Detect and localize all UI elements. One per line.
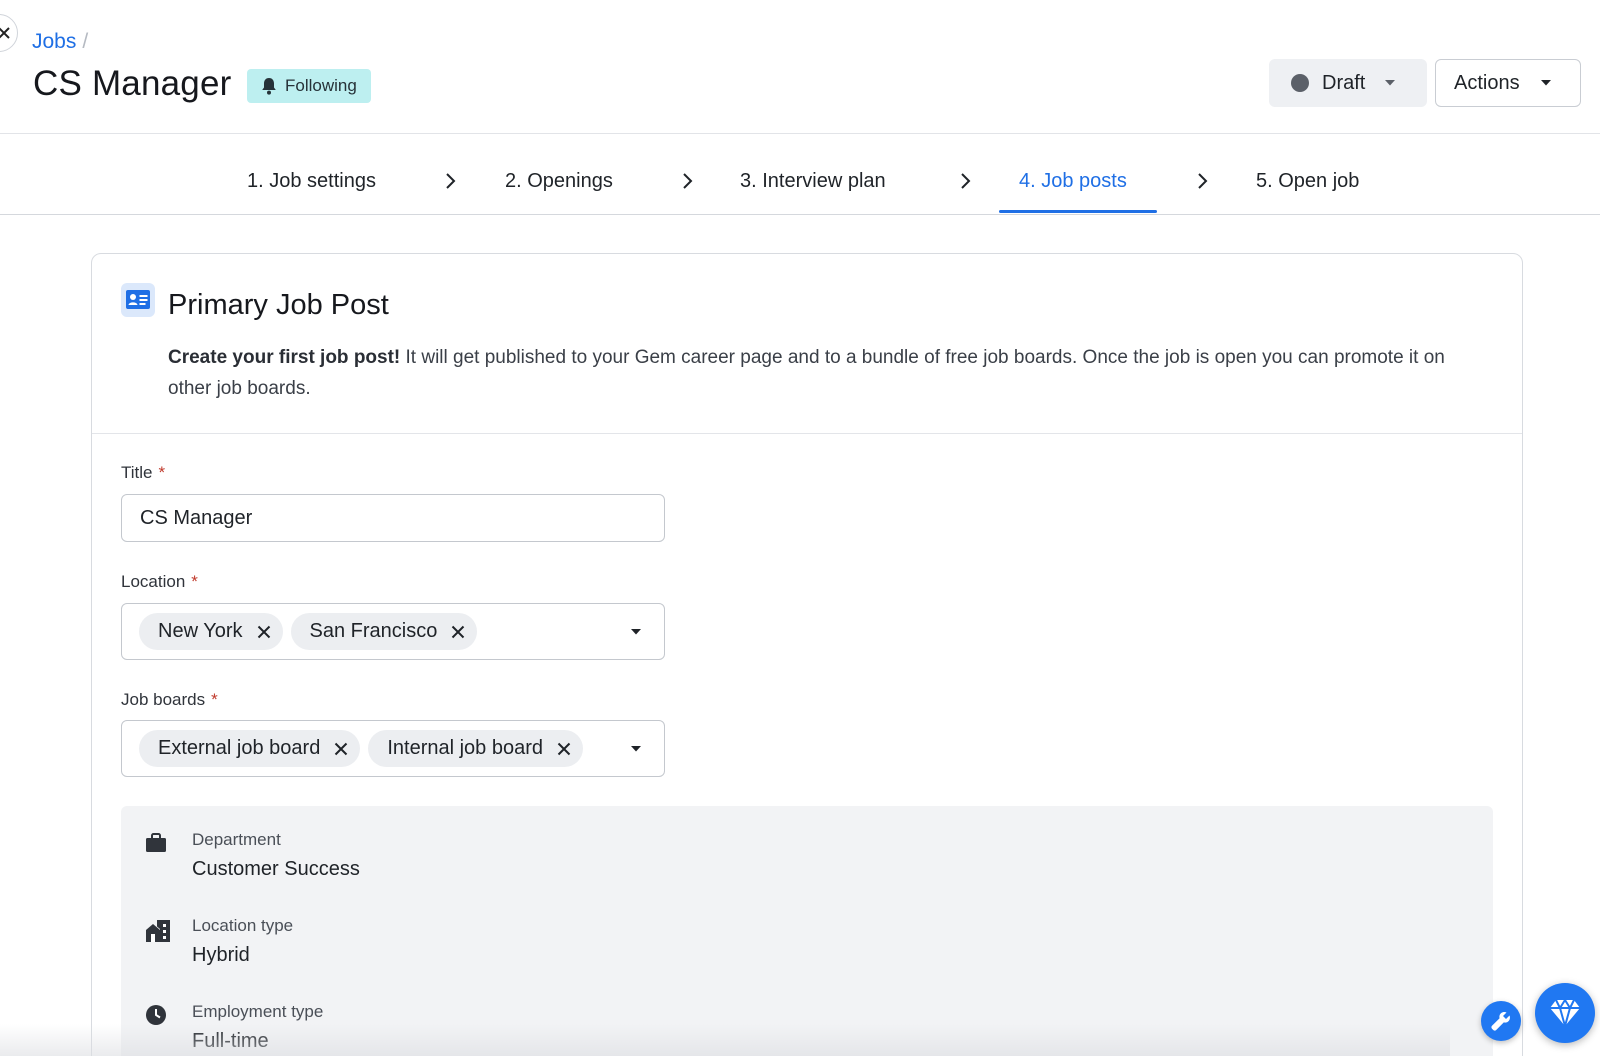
caret-down-icon[interactable] (630, 628, 642, 636)
close-icon (257, 625, 270, 638)
wrench-icon (1491, 1012, 1510, 1031)
caret-down-icon (1540, 80, 1551, 86)
info-row-department: Department Customer Success (121, 806, 1493, 886)
following-badge[interactable]: Following (247, 69, 371, 103)
job-steps-nav: 1. Job settings 2. Openings 3. Interview… (0, 134, 1600, 215)
status-dropdown[interactable]: Draft (1269, 59, 1427, 107)
job-board-chip: External job board (139, 730, 361, 767)
card-description-bold: Create your first job post! (168, 347, 401, 368)
active-step-indicator (999, 210, 1157, 213)
info-label: Location type (192, 916, 294, 935)
breadcrumb-separator: / (82, 30, 89, 53)
chevron-right-icon (961, 173, 971, 189)
breadcrumb: Jobs / (32, 30, 88, 54)
primary-job-post-card: Primary Job Post Create your first job p… (91, 253, 1523, 1056)
chevron-right-icon (1198, 173, 1208, 189)
chip-label: Internal job board (387, 737, 543, 759)
briefcase-icon (146, 833, 166, 852)
close-icon (0, 27, 10, 39)
gem-icon (1550, 998, 1580, 1027)
step-openings[interactable]: 2. Openings (505, 170, 613, 193)
card-title: Primary Job Post (168, 289, 389, 321)
job-boards-select[interactable]: External job board Internal job board (121, 720, 665, 777)
actions-label: Actions (1454, 71, 1520, 94)
chip-label: New York (158, 620, 243, 642)
status-dot-icon (1291, 74, 1309, 92)
remove-chip-button[interactable] (257, 625, 271, 639)
step-interview-plan[interactable]: 3. Interview plan (740, 170, 886, 193)
job-boards-field-label: Job boards * (121, 690, 218, 709)
info-value: Full-time (192, 1030, 269, 1052)
location-field-label: Location * (121, 572, 198, 591)
title-input-value: CS Manager (140, 506, 253, 529)
location-chip: San Francisco (290, 613, 478, 650)
close-icon (335, 742, 348, 755)
chevron-right-icon (683, 173, 693, 189)
remove-chip-button[interactable] (334, 742, 348, 756)
required-mark: * (191, 572, 198, 591)
step-open-job[interactable]: 5. Open job (1256, 170, 1359, 193)
remove-chip-button[interactable] (451, 625, 465, 639)
back-button[interactable] (0, 14, 18, 52)
info-label: Department (192, 830, 281, 849)
required-mark: * (211, 690, 218, 709)
following-label: Following (285, 76, 357, 95)
status-label: Draft (1322, 71, 1366, 94)
job-board-chip: Internal job board (368, 730, 583, 767)
page-title: CS Manager (33, 64, 232, 103)
building-icon (146, 920, 170, 942)
location-chip: New York (139, 613, 283, 650)
title-input[interactable]: CS Manager (121, 494, 665, 542)
chip-label: San Francisco (309, 620, 438, 642)
step-job-posts[interactable]: 4. Job posts (1019, 170, 1127, 193)
title-field-label: Title * (121, 463, 166, 482)
remove-chip-button[interactable] (557, 742, 571, 756)
job-info-panel: Department Customer Success Location typ… (121, 806, 1493, 1056)
id-card-icon (121, 283, 155, 317)
info-value: Hybrid (192, 944, 250, 966)
required-mark: * (158, 463, 166, 482)
info-row-employment-type: Employment type Full-time (121, 978, 1493, 1056)
close-icon (452, 625, 465, 638)
info-value: Customer Success (192, 858, 360, 880)
chevron-right-icon (446, 173, 456, 189)
location-select[interactable]: New York San Francisco (121, 603, 665, 660)
tools-button[interactable] (1481, 1001, 1521, 1041)
card-header: Primary Job Post Create your first job p… (92, 254, 1522, 434)
step-job-settings[interactable]: 1. Job settings (247, 170, 376, 193)
info-row-location-type: Location type Hybrid (121, 892, 1493, 972)
gem-assistant-button[interactable] (1535, 983, 1595, 1043)
actions-dropdown[interactable]: Actions (1435, 59, 1581, 107)
caret-down-icon[interactable] (630, 745, 642, 753)
caret-down-icon (1385, 80, 1396, 86)
close-icon (557, 742, 571, 755)
bell-icon (262, 78, 276, 95)
clock-icon (146, 1005, 166, 1025)
breadcrumb-jobs-link[interactable]: Jobs (32, 30, 76, 53)
chip-label: External job board (158, 737, 321, 759)
info-label: Employment type (192, 1002, 324, 1021)
page-header: Jobs / CS Manager Following Draft Actions (0, 0, 1600, 134)
card-description: Create your first job post! It will get … (168, 342, 1478, 404)
